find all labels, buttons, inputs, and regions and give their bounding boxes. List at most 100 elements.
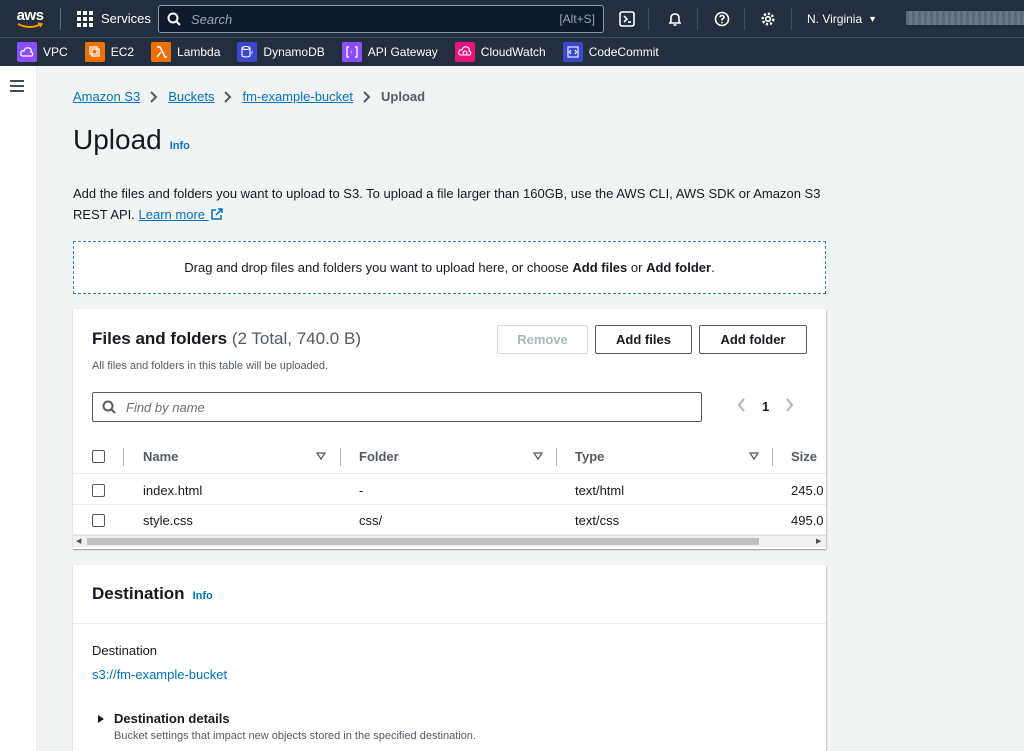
- add-folder-button[interactable]: Add folder: [699, 325, 807, 354]
- services-menu-button[interactable]: Services: [61, 0, 161, 37]
- api-gateway-icon: [341, 42, 362, 62]
- chevron-left-icon: [737, 398, 745, 412]
- remove-button[interactable]: Remove: [497, 325, 588, 354]
- region-selector[interactable]: N. Virginia ▼: [807, 0, 877, 37]
- favorite-ec2[interactable]: EC2: [84, 42, 135, 62]
- cloudshell-button[interactable]: [612, 0, 642, 37]
- next-page-button[interactable]: [785, 398, 794, 415]
- panel-title-text: Files and folders: [92, 329, 228, 348]
- sort-icon[interactable]: [533, 452, 543, 460]
- favorite-label: VPC: [43, 45, 68, 59]
- search-input[interactable]: Search [Alt+S]: [158, 5, 604, 33]
- gear-icon: [761, 11, 775, 26]
- divider: [123, 448, 124, 466]
- breadcrumb-amazon-s3[interactable]: Amazon S3: [73, 89, 140, 104]
- help-icon: [714, 11, 730, 26]
- dropzone-text: Drag and drop files and folders you want…: [184, 260, 573, 275]
- destination-details-description: Bucket settings that impact new objects …: [114, 730, 476, 742]
- file-folder: css/: [359, 512, 383, 528]
- account-menu-redacted[interactable]: [906, 11, 1024, 25]
- table-row[interactable]: index.html - text/html 245.0: [73, 475, 826, 505]
- file-size: 495.0: [791, 512, 824, 528]
- table-row[interactable]: style.css css/ text/css 495.0: [73, 505, 826, 535]
- aws-logo[interactable]: aws: [0, 0, 60, 37]
- chevron-right-icon: [363, 90, 371, 103]
- codecommit-icon: [562, 42, 583, 62]
- row-checkbox[interactable]: [92, 505, 105, 535]
- favorite-codecommit[interactable]: CodeCommit: [562, 42, 659, 62]
- file-type: text/css: [575, 512, 620, 528]
- cloudwatch-icon: [454, 42, 475, 62]
- favorite-lambda[interactable]: Lambda: [151, 42, 220, 62]
- info-link[interactable]: Info: [170, 140, 190, 152]
- menu-icon[interactable]: [10, 80, 24, 92]
- help-button[interactable]: [707, 0, 737, 37]
- ec2-icon: [84, 42, 105, 62]
- column-header-folder[interactable]: Folder: [359, 439, 399, 474]
- column-header-name[interactable]: Name: [143, 439, 178, 474]
- page-title: Upload Info: [73, 124, 190, 156]
- divider: [772, 448, 773, 466]
- chevron-right-icon: [224, 90, 232, 103]
- settings-button[interactable]: [753, 0, 783, 37]
- scrollbar-thumb[interactable]: [87, 538, 759, 545]
- file-size: 245.0: [791, 482, 824, 498]
- divider: [697, 8, 698, 30]
- dropzone-add-folder: Add folder: [646, 260, 712, 275]
- file-folder: -: [359, 482, 364, 498]
- destination-details-title: Destination details: [114, 711, 230, 726]
- favorite-label: Lambda: [177, 45, 221, 59]
- caret-down-icon: ▼: [868, 13, 878, 24]
- side-navigation-rail: [0, 66, 37, 751]
- pagination: 1: [737, 398, 794, 415]
- breadcrumb-current: Upload: [381, 89, 426, 104]
- chevron-right-icon: [786, 398, 794, 412]
- dropzone-suffix: .: [711, 260, 715, 275]
- favorite-api-gateway[interactable]: API Gateway: [341, 42, 438, 62]
- favorite-label: EC2: [110, 45, 135, 59]
- region-label: N. Virginia: [807, 11, 863, 26]
- sort-icon[interactable]: [749, 452, 759, 460]
- favorite-label: API Gateway: [367, 45, 438, 59]
- column-header-size[interactable]: Size: [791, 439, 817, 474]
- vpc-icon: [17, 42, 37, 62]
- grid-icon: [77, 10, 93, 27]
- favorite-label: DynamoDB: [263, 45, 325, 59]
- favorite-label: CloudWatch: [480, 45, 546, 59]
- page-number[interactable]: 1: [762, 399, 769, 414]
- upload-dropzone[interactable]: Drag and drop files and folders you want…: [73, 241, 826, 294]
- divider: [340, 448, 341, 466]
- select-all-checkbox[interactable]: [92, 439, 105, 474]
- find-by-name-input[interactable]: Find by name: [92, 392, 702, 422]
- sort-icon[interactable]: [316, 452, 326, 460]
- page-title-text: Upload: [73, 124, 162, 155]
- favorite-cloudwatch[interactable]: CloudWatch: [454, 42, 546, 62]
- scroll-right-icon[interactable]: ▶: [816, 537, 821, 545]
- previous-page-button[interactable]: [737, 398, 746, 415]
- destination-label: Destination: [92, 643, 158, 658]
- learn-more-link[interactable]: Learn more: [139, 207, 223, 222]
- favorite-vpc[interactable]: VPC: [17, 42, 68, 62]
- favorite-dynamodb[interactable]: DynamoDB: [237, 42, 325, 62]
- breadcrumb-bucket[interactable]: fm-example-bucket: [242, 89, 353, 104]
- destination-link[interactable]: s3://fm-example-bucket: [92, 667, 227, 682]
- horizontal-scrollbar[interactable]: ◀ ▶: [73, 535, 826, 547]
- scroll-left-icon[interactable]: ◀: [76, 537, 81, 545]
- divider: [744, 8, 745, 30]
- search-icon: [167, 12, 181, 26]
- favorite-label: CodeCommit: [588, 45, 659, 59]
- destination-header: Destination Info: [73, 565, 826, 624]
- row-checkbox[interactable]: [92, 475, 105, 505]
- dropzone-or: or: [627, 260, 647, 275]
- breadcrumb: Amazon S3 Buckets fm-example-bucket Uplo…: [73, 89, 425, 104]
- divider: [556, 448, 557, 466]
- destination-title-text: Destination: [92, 584, 185, 603]
- info-link[interactable]: Info: [193, 590, 213, 602]
- breadcrumb-buckets[interactable]: Buckets: [168, 89, 214, 104]
- notifications-button[interactable]: [660, 0, 690, 37]
- favorites-bar: VPC EC2 Lambda DynamoDB API Gateway Clou…: [0, 37, 1024, 66]
- add-files-button[interactable]: Add files: [595, 325, 692, 354]
- destination-details-toggle[interactable]: Destination details: [97, 711, 230, 726]
- search-icon: [102, 400, 116, 414]
- column-header-type[interactable]: Type: [575, 439, 604, 474]
